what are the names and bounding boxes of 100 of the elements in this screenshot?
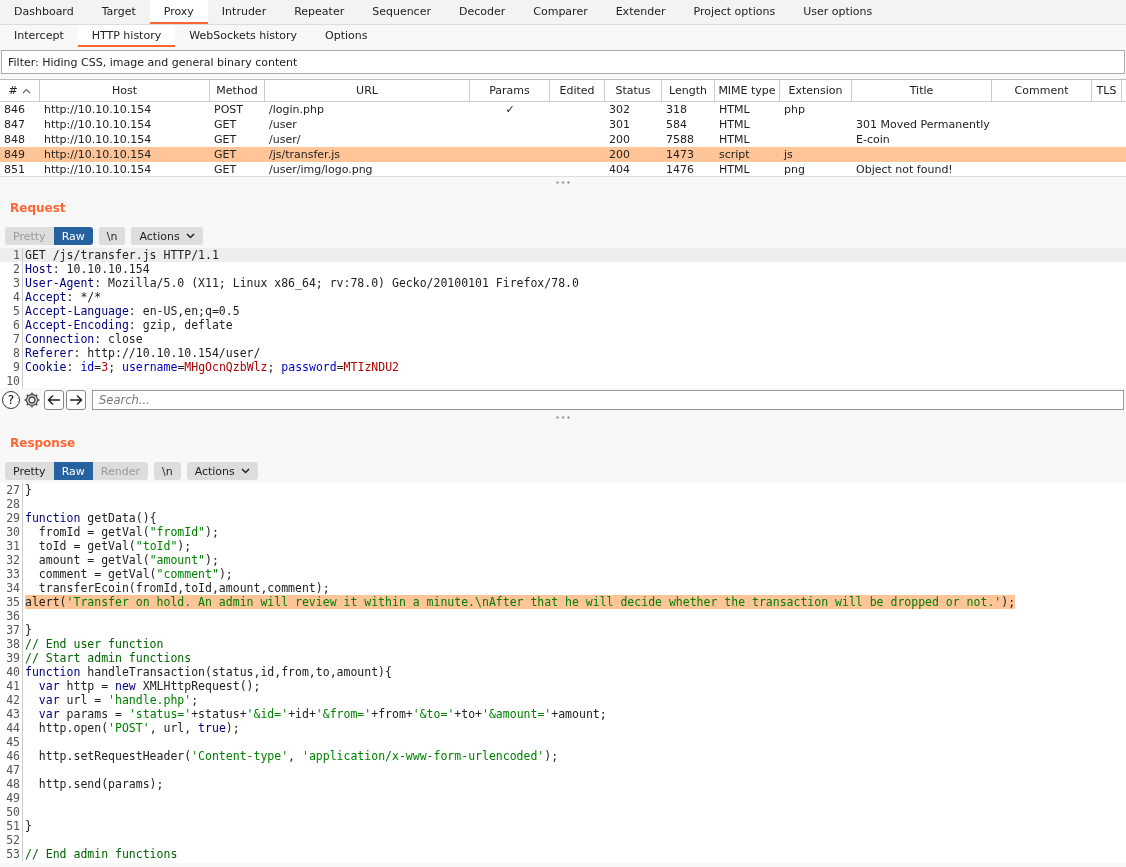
history-row[interactable]: 847 http://10.10.10.154 GET /user 301 584 HTML 301 Moved Permanently: [0, 117, 1126, 132]
line-number: 34: [0, 581, 23, 595]
filter-bar[interactable]: Filter: Hiding CSS, image and general binary content: [1, 50, 1125, 74]
tab[interactable]: Proxy: [149, 0, 208, 24]
table-cell: HTML: [719, 133, 750, 146]
line-number: 1: [0, 248, 23, 262]
line-number: 37: [0, 623, 23, 637]
column-header[interactable]: Method: [210, 80, 265, 101]
column-header[interactable]: Edited: [550, 80, 605, 101]
code-line: // Start admin functions: [25, 651, 192, 665]
tab[interactable]: Project options: [679, 0, 790, 24]
previous-button[interactable]: [44, 390, 64, 410]
next-button[interactable]: [66, 390, 86, 410]
table-cell: /js/transfer.js: [269, 148, 340, 161]
table-cell: 849: [4, 148, 25, 161]
code-line: var params = 'status='+status+'&id='+id+'&from='+from+'&to='+to+'&amount='+amount;: [37, 707, 607, 721]
code-line: Host: 10.10.10.154: [25, 262, 150, 276]
code-line: comment = getVal("comment");: [37, 567, 233, 581]
newline-toggle-button[interactable]: \n: [153, 462, 181, 480]
tab[interactable]: Dashboard: [0, 0, 88, 24]
line-number: 35: [0, 595, 23, 609]
tab[interactable]: Extender: [601, 0, 680, 24]
tab[interactable]: Intercept: [0, 25, 78, 47]
tab[interactable]: Sequencer: [358, 0, 445, 24]
column-header[interactable]: Length: [662, 80, 715, 101]
code-line: User-Agent: Mozilla/5.0 (X11; Linux x86_64; rv:78.0) Gecko/20100101 Firefox/78.0: [25, 276, 579, 290]
column-header[interactable]: Comment: [992, 80, 1092, 101]
splitter-grip-icon[interactable]: [556, 415, 570, 419]
column-header[interactable]: Title: [852, 80, 992, 101]
line-number: 31: [0, 539, 23, 553]
chevron-down-icon: [185, 233, 195, 239]
view-mode-tab[interactable]: Raw: [53, 462, 93, 480]
table-cell: 851: [4, 163, 25, 176]
table-cell: 848: [4, 133, 25, 146]
history-row[interactable]: 846 http://10.10.10.154 POST /login.php ✓ 302 318 HTML php: [0, 102, 1126, 117]
column-header[interactable]: Status: [605, 80, 662, 101]
code-line: }: [25, 483, 32, 497]
code-line: Accept-Encoding: gzip, deflate: [25, 318, 233, 332]
table-cell: 404: [609, 163, 630, 176]
line-number: 36: [0, 609, 23, 623]
table-cell: /login.php: [269, 103, 324, 116]
table-cell: E-coin: [856, 133, 890, 146]
table-cell: HTML: [719, 118, 750, 131]
history-row[interactable]: 848 http://10.10.10.154 GET /user/ 200 7588 HTML E-coin: [0, 132, 1126, 147]
newline-toggle-button[interactable]: \n: [98, 227, 126, 245]
code-line: GET /js/transfer.js HTTP/1.1: [25, 248, 219, 262]
history-row[interactable]: 849 http://10.10.10.154 GET /js/transfer.js 200 1473 script js: [0, 147, 1126, 162]
column-header[interactable]: Extension: [780, 80, 852, 101]
column-header[interactable]: URL: [265, 80, 470, 101]
table-cell: 847: [4, 118, 25, 131]
line-number: 30: [0, 525, 23, 539]
help-button[interactable]: ?: [2, 391, 20, 409]
line-number: 50: [0, 805, 23, 819]
code-line: transferEcoin(fromId,toId,amount,comment);: [37, 581, 330, 595]
column-header[interactable]: Params: [470, 80, 550, 101]
tab[interactable]: Decoder: [444, 0, 520, 24]
tab[interactable]: Target: [87, 0, 150, 24]
actions-dropdown[interactable]: Actions: [186, 462, 258, 480]
line-number: 29: [0, 511, 23, 525]
code-line: function getData(){: [25, 511, 157, 525]
tab[interactable]: User options: [789, 0, 887, 24]
splitter-grip-icon[interactable]: [556, 180, 570, 184]
tab[interactable]: Intruder: [207, 0, 281, 24]
search-field[interactable]: Search...: [92, 390, 1124, 410]
table-cell: http://10.10.10.154: [44, 133, 152, 146]
line-number: 46: [0, 749, 23, 763]
line-number: 28: [0, 497, 23, 511]
line-number: 51: [0, 819, 23, 833]
tab[interactable]: Options: [311, 25, 382, 47]
code-line: var http = new XMLHttpRequest();: [37, 679, 261, 693]
table-cell: php: [784, 103, 805, 116]
line-number: 48: [0, 777, 23, 791]
tab[interactable]: Comparer: [519, 0, 602, 24]
column-header[interactable]: MIME type: [715, 80, 780, 101]
tab[interactable]: HTTP history: [77, 25, 176, 47]
column-header[interactable]: Host: [40, 80, 210, 101]
code-line: }: [25, 623, 32, 637]
code-line: }: [25, 819, 32, 833]
tab[interactable]: Repeater: [280, 0, 359, 24]
table-cell: 301 Moved Permanently: [856, 118, 990, 131]
table-cell: http://10.10.10.154: [44, 118, 152, 131]
actions-dropdown[interactable]: Actions: [131, 227, 203, 245]
view-mode-tab[interactable]: Raw: [53, 227, 93, 245]
code-line: fromId = getVal("fromId");: [37, 525, 219, 539]
code-line: Cookie: id=3; username=MHgOcnQzbWlz; password=MTIzNDU2: [25, 360, 399, 374]
code-line: function handleTransaction(status,id,from,to,amount){: [25, 665, 392, 679]
code-line: Referer: http://10.10.10.154/user/: [25, 346, 261, 360]
column-header[interactable]: TLS: [1092, 80, 1122, 101]
line-number: 41: [0, 679, 23, 693]
table-cell: HTML: [719, 163, 750, 176]
column-header[interactable]: #: [0, 80, 40, 101]
history-row[interactable]: 851 http://10.10.10.154 GET /user/img/logo.png 404 1476 HTML png Object not found!: [0, 162, 1126, 176]
table-cell: 7588: [666, 133, 694, 146]
table-cell: 1473: [666, 148, 694, 161]
table-cell: ✓: [505, 103, 515, 116]
line-number: 39: [0, 651, 23, 665]
table-cell: 200: [609, 148, 630, 161]
view-mode-tab[interactable]: Pretty: [5, 462, 54, 480]
settings-icon[interactable]: [22, 390, 42, 410]
tab[interactable]: WebSockets history: [175, 25, 312, 47]
